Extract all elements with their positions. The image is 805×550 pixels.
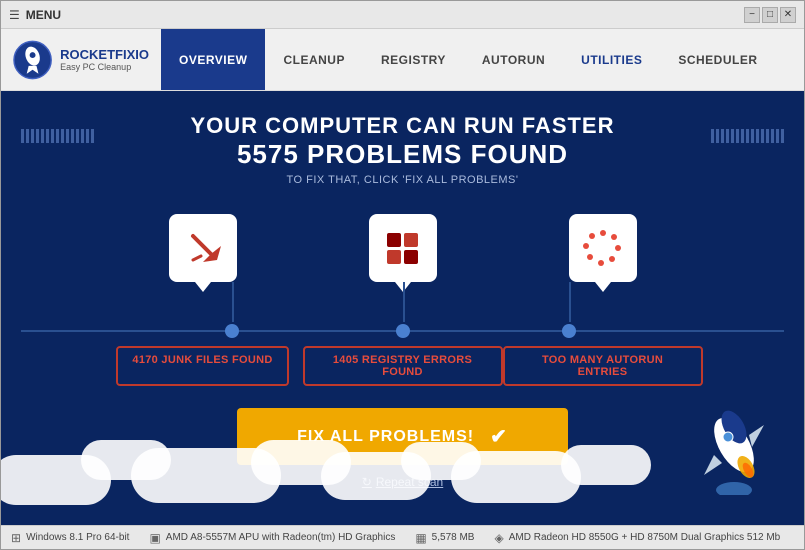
logo-icon [13, 40, 52, 80]
status-bar: ⊞ Windows 8.1 Pro 64-bit ▣ AMD A8-5557M … [1, 525, 804, 549]
logo-area: ROCKETFIXIO Easy PC Cleanup [1, 40, 161, 80]
broom-icon [183, 228, 223, 268]
junk-column [103, 214, 303, 282]
status-os-text: Windows 8.1 Pro 64-bit [26, 532, 129, 543]
fix-button-row: FIX ALL PROBLEMS! ✔ [1, 394, 804, 471]
registry-column [303, 214, 503, 282]
status-gpu-text: AMD Radeon HD 8550G + HD 8750M Dual Grap… [509, 532, 781, 543]
windows-icon: ⊞ [11, 531, 21, 545]
status-os: ⊞ Windows 8.1 Pro 64-bit [11, 531, 129, 545]
junk-badge-text: 4170 JUNK FILES FOUND [116, 346, 288, 386]
repeat-scan-label: Repeat scan [376, 475, 443, 489]
grid-icon [387, 233, 418, 264]
features-section [1, 204, 804, 338]
logo-title: ROCKETFIXIO [60, 47, 149, 62]
hero-line3: TO FIX THAT, CLICK 'FIX ALL PROBLEMS' [1, 174, 804, 186]
repeat-scan-row: ↻ Repeat scan [1, 471, 804, 493]
hero-line1: YOUR COMPUTER CAN RUN FASTER [1, 113, 804, 139]
status-memory-text: 5,578 MB [432, 532, 475, 543]
nav-item-scheduler[interactable]: SCHEDULER [660, 29, 775, 90]
autorun-badge-text: TOO MANY AUTORUN ENTRIES [503, 346, 703, 386]
nav-item-cleanup[interactable]: CLEANUP [265, 29, 363, 90]
status-gpu: ◈ AMD Radeon HD 8550G + HD 8750M Dual Gr… [494, 531, 780, 545]
app-window: ☰ MENU − □ ✕ ROCKETFIXIO Easy PC Cleanup [0, 0, 805, 550]
logo-text: ROCKETFIXIO Easy PC Cleanup [60, 47, 149, 72]
dashes-right [711, 129, 784, 143]
dots-icon [583, 228, 623, 268]
problems-row: 4170 JUNK FILES FOUND 1405 REGISTRY ERRO… [1, 338, 804, 394]
dashes-left [21, 129, 94, 143]
autorun-column [503, 214, 703, 282]
minimize-button[interactable]: − [744, 7, 760, 23]
nav-item-registry[interactable]: REGISTRY [363, 29, 464, 90]
connectors-area [21, 282, 784, 322]
autorun-icon-box [569, 214, 637, 282]
status-memory: ▦ 5,578 MB [415, 531, 474, 545]
nav-item-overview[interactable]: OVERVIEW [161, 29, 265, 90]
main-content: YOUR COMPUTER CAN RUN FASTER 5575 PROBLE… [1, 91, 804, 525]
status-cpu: ▣ AMD A8-5557M APU with Radeon(tm) HD Gr… [149, 531, 395, 545]
hamburger-icon: ☰ [9, 8, 20, 22]
close-button[interactable]: ✕ [780, 7, 796, 23]
junk-badge: 4170 JUNK FILES FOUND [103, 346, 303, 386]
autorun-badge: TOO MANY AUTORUN ENTRIES [503, 346, 703, 386]
repeat-scan-link[interactable]: ↻ Repeat scan [362, 475, 443, 489]
junk-icon-box [169, 214, 237, 282]
memory-icon: ▦ [415, 531, 426, 545]
nav-bar: ROCKETFIXIO Easy PC Cleanup OVERVIEW CLE… [1, 29, 804, 91]
fix-all-button[interactable]: FIX ALL PROBLEMS! ✔ [237, 408, 568, 465]
nav-item-autorun[interactable]: AUTORUN [464, 29, 563, 90]
nav-item-utilities[interactable]: UTILITIES [563, 29, 660, 90]
maximize-button[interactable]: □ [762, 7, 778, 23]
timeline-area [21, 322, 784, 338]
repeat-scan-icon: ↻ [362, 475, 372, 489]
gpu-icon: ◈ [494, 531, 503, 545]
checkmark-icon: ✔ [490, 424, 508, 449]
title-bar: ☰ MENU − □ ✕ [1, 1, 804, 29]
header-section: YOUR COMPUTER CAN RUN FASTER 5575 PROBLE… [1, 91, 804, 196]
hero-line2: 5575 PROBLEMS FOUND [1, 139, 804, 170]
menu-label: MENU [26, 8, 61, 22]
registry-badge-text: 1405 REGISTRY ERRORS FOUND [303, 346, 503, 386]
icons-row [1, 204, 804, 282]
fix-button-label: FIX ALL PROBLEMS! [297, 428, 474, 446]
status-cpu-text: AMD A8-5557M APU with Radeon(tm) HD Grap… [166, 532, 396, 543]
window-controls: − □ ✕ [744, 7, 796, 23]
registry-icon-box [369, 214, 437, 282]
registry-badge: 1405 REGISTRY ERRORS FOUND [303, 346, 503, 386]
nav-items: OVERVIEW CLEANUP REGISTRY AUTORUN UTILIT… [161, 29, 776, 90]
cpu-icon: ▣ [149, 531, 160, 545]
title-bar-left: ☰ MENU [9, 8, 61, 22]
logo-subtitle: Easy PC Cleanup [60, 62, 149, 72]
